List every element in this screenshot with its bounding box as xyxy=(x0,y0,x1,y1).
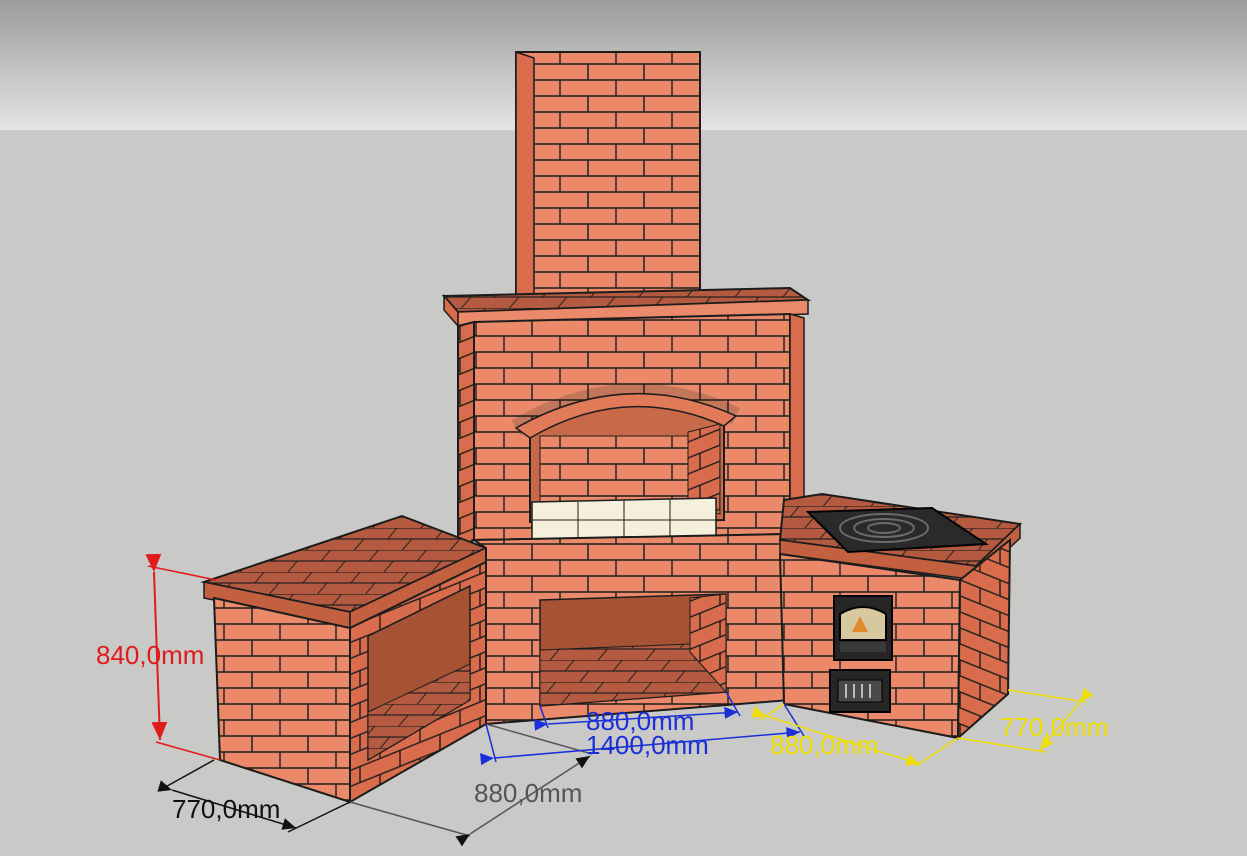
dim-right-depth-label: 770,0mm xyxy=(1000,712,1108,742)
brick-bbq-diagram: 840,0mm 770,0mm 880,0mm 880,0mm 1400,0mm… xyxy=(0,0,1247,856)
dim-left-width-label: 880,0mm xyxy=(474,778,582,808)
chimney xyxy=(515,50,701,301)
right-stove-counter xyxy=(778,492,1023,741)
dim-left-depth-label: 770,0mm xyxy=(172,794,280,824)
center-base xyxy=(470,532,791,726)
ash-door-icon xyxy=(829,669,891,713)
dim-center-total-label: 1400,0mm xyxy=(586,730,709,760)
dim-height-label: 840,0mm xyxy=(96,640,204,670)
grill-hood xyxy=(457,312,805,550)
firebox-door-icon xyxy=(833,595,893,661)
dim-right-width-label: 880,0mm xyxy=(770,730,878,760)
